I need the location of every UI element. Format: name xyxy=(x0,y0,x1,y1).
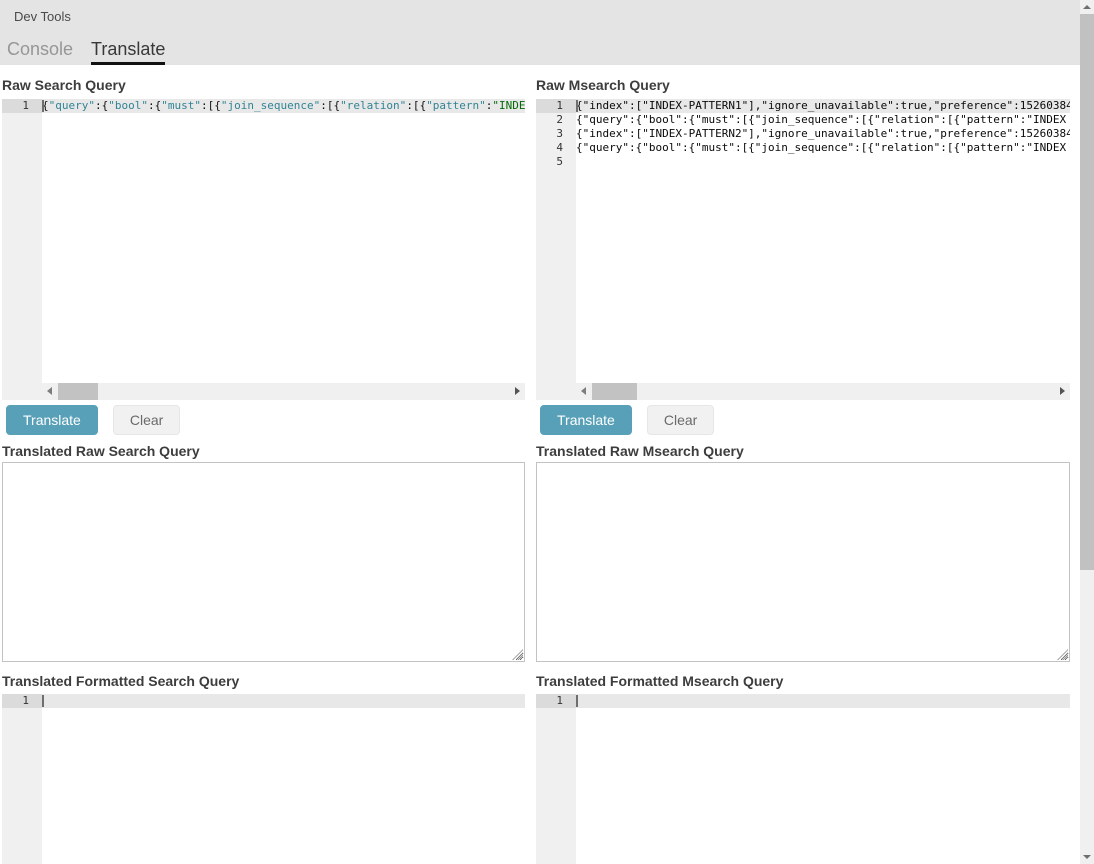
editor-line[interactable]: 1 xyxy=(2,694,525,708)
msearch-query-column: Raw Msearch Query 1{"index":["INDEX-PATT… xyxy=(536,77,1070,864)
line-number: 5 xyxy=(536,155,576,169)
editor-line[interactable]: 5 xyxy=(536,155,1070,169)
search-query-column: Raw Search Query 1{"query":{"bool":{"mus… xyxy=(2,77,525,864)
raw-search-query-editor[interactable]: 1{"query":{"bool":{"must":[{"join_sequen… xyxy=(2,99,525,400)
line-number: 1 xyxy=(536,694,576,708)
raw-msearch-query-label: Raw Msearch Query xyxy=(536,77,670,93)
page-title: Dev Tools xyxy=(14,9,71,24)
translate-search-button[interactable]: Translate xyxy=(6,405,98,435)
scrollbar-thumb[interactable] xyxy=(592,383,637,400)
editor-line[interactable]: 1{"query":{"bool":{"must":[{"join_sequen… xyxy=(2,99,525,113)
translated-raw-msearch-label: Translated Raw Msearch Query xyxy=(536,443,744,459)
line-number: 3 xyxy=(536,127,576,141)
search-actions: Translate Clear xyxy=(6,405,180,435)
clear-msearch-button[interactable]: Clear xyxy=(647,405,714,435)
translated-raw-search-output[interactable] xyxy=(2,462,525,662)
editor-line[interactable]: 1{"index":["INDEX-PATTERN1"],"ignore_una… xyxy=(536,99,1070,113)
line-content: {"query":{"bool":{"must":[{"join_sequenc… xyxy=(576,141,1070,155)
raw-msearch-query-editor[interactable]: 1{"index":["INDEX-PATTERN1"],"ignore_una… xyxy=(536,99,1070,400)
tab-console[interactable]: Console xyxy=(7,38,73,65)
scroll-down-icon[interactable] xyxy=(1080,850,1094,864)
line-number: 1 xyxy=(2,99,42,113)
translated-formatted-msearch-label: Translated Formatted Msearch Query xyxy=(536,673,783,689)
tab-translate[interactable]: Translate xyxy=(91,38,165,65)
dev-tools-page: Dev Tools Console Translate Raw Search Q… xyxy=(0,0,1094,864)
editor-line[interactable]: 2{"query":{"bool":{"must":[{"join_sequen… xyxy=(536,113,1070,127)
page-scrollbar[interactable] xyxy=(1080,0,1094,864)
line-content xyxy=(576,155,1070,169)
translate-msearch-button[interactable]: Translate xyxy=(540,405,632,435)
line-content: {"query":{"bool":{"must":[{"join_sequenc… xyxy=(576,113,1070,127)
scroll-left-icon[interactable] xyxy=(576,383,593,400)
translated-formatted-msearch-editor[interactable]: 1 xyxy=(536,694,1070,864)
line-content xyxy=(42,694,525,708)
translated-formatted-search-editor[interactable]: 1 xyxy=(2,694,525,864)
scrollbar-thumb[interactable] xyxy=(58,383,98,400)
editor-gutter xyxy=(536,694,576,864)
scroll-right-icon[interactable] xyxy=(508,383,525,400)
translated-raw-msearch-output[interactable] xyxy=(536,462,1070,662)
line-number: 2 xyxy=(536,113,576,127)
page-scrollbar-thumb[interactable] xyxy=(1080,14,1094,570)
translated-raw-search-label: Translated Raw Search Query xyxy=(2,443,200,459)
scroll-right-icon[interactable] xyxy=(1053,383,1070,400)
line-content: {"index":["INDEX-PATTERN1"],"ignore_unav… xyxy=(576,99,1070,113)
editor-gutter xyxy=(2,694,42,864)
header: Dev Tools Console Translate xyxy=(0,0,1080,65)
horizontal-scrollbar[interactable] xyxy=(576,383,1070,400)
editor-line[interactable]: 3{"index":["INDEX-PATTERN2"],"ignore_una… xyxy=(536,127,1070,141)
editor-gutter xyxy=(2,99,42,400)
clear-search-button[interactable]: Clear xyxy=(113,405,180,435)
tab-bar: Console Translate xyxy=(7,38,165,65)
msearch-actions: Translate Clear xyxy=(540,405,714,435)
editor-line[interactable]: 4{"query":{"bool":{"must":[{"join_sequen… xyxy=(536,141,1070,155)
line-number: 1 xyxy=(536,99,576,113)
editor-line[interactable]: 1 xyxy=(536,694,1070,708)
line-number: 1 xyxy=(2,694,42,708)
scroll-up-icon[interactable] xyxy=(1080,0,1094,14)
horizontal-scrollbar[interactable] xyxy=(42,383,525,400)
scroll-left-icon[interactable] xyxy=(42,383,59,400)
line-content: {"index":["INDEX-PATTERN2"],"ignore_unav… xyxy=(576,127,1070,141)
translated-formatted-search-label: Translated Formatted Search Query xyxy=(2,673,239,689)
line-content xyxy=(576,694,1070,708)
line-number: 4 xyxy=(536,141,576,155)
raw-search-query-label: Raw Search Query xyxy=(2,77,126,93)
line-content: {"query":{"bool":{"must":[{"join_sequenc… xyxy=(42,99,525,113)
